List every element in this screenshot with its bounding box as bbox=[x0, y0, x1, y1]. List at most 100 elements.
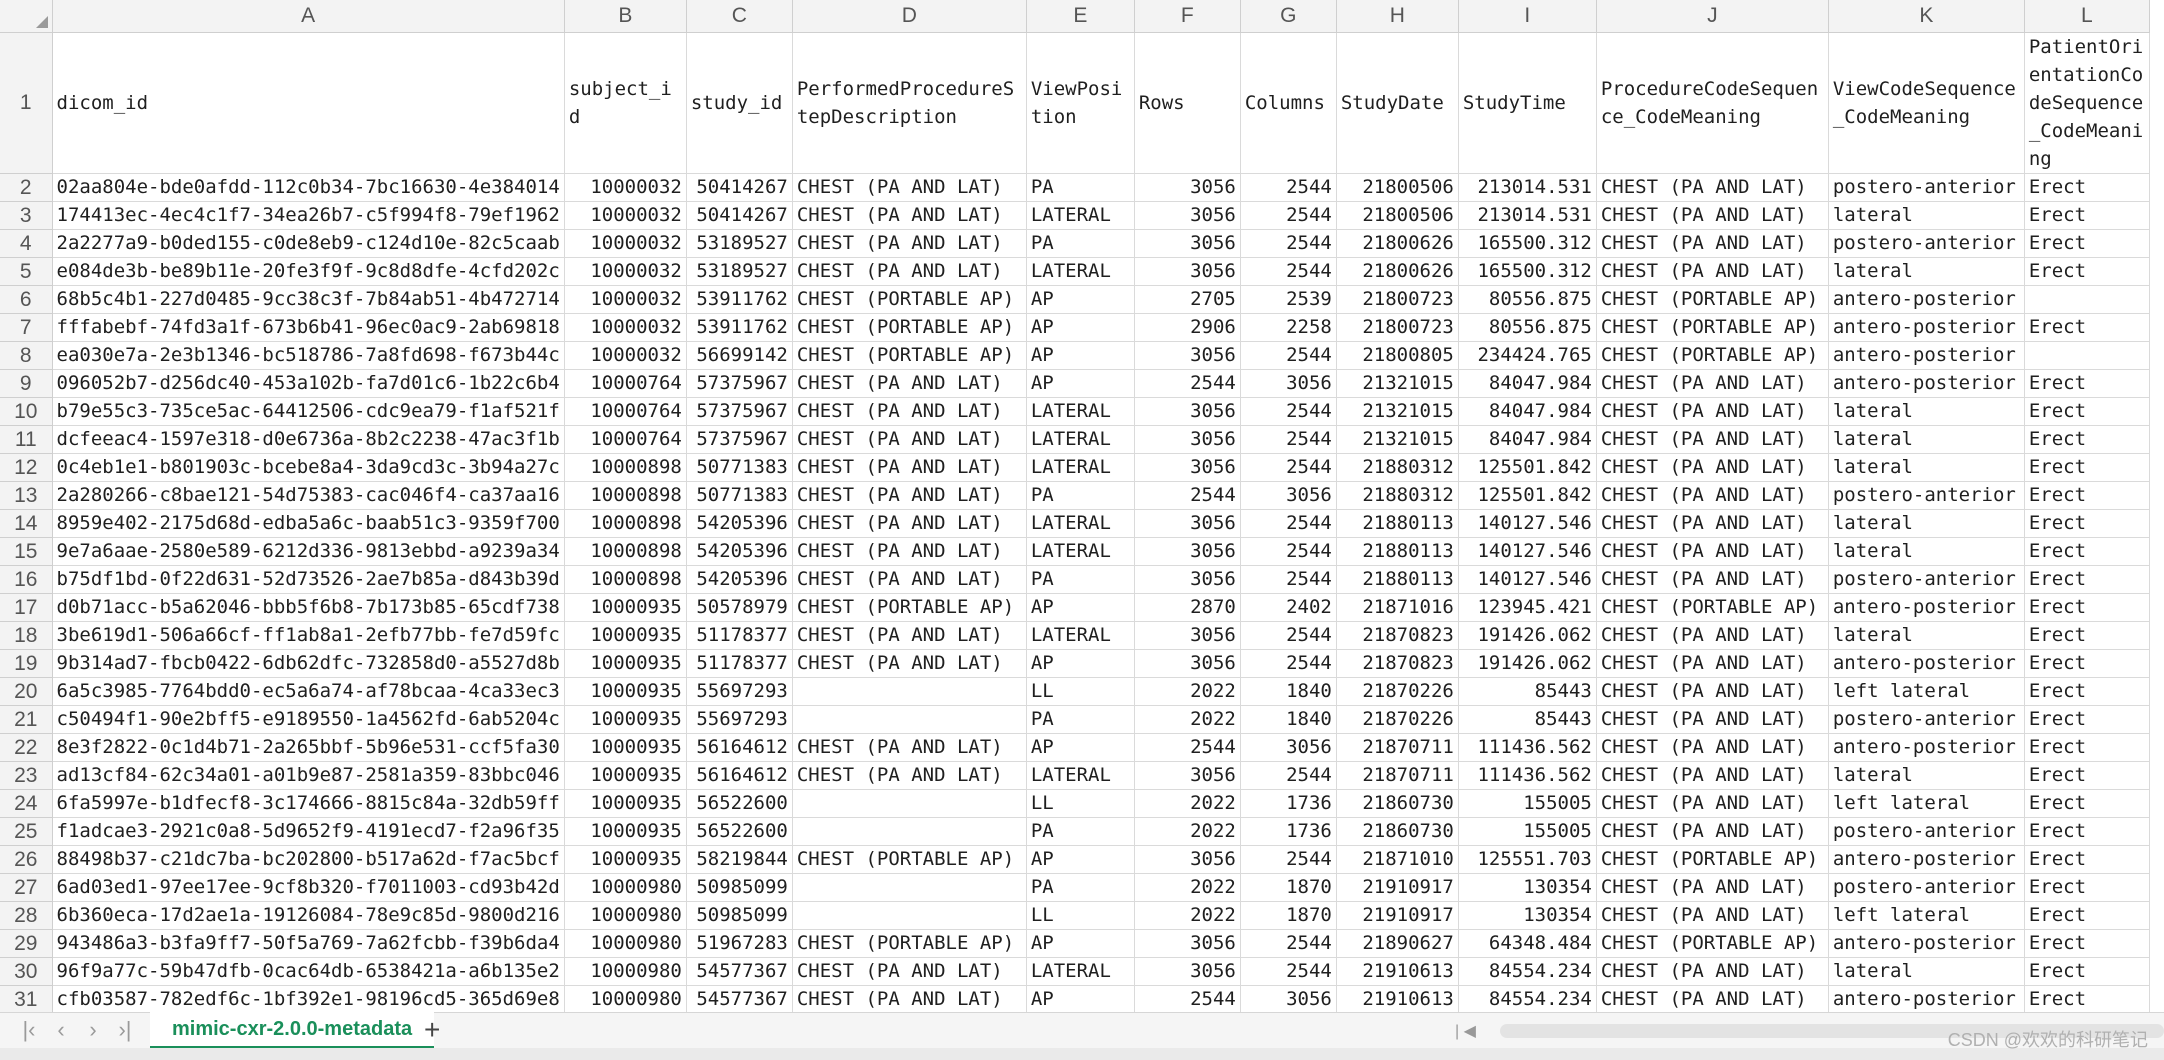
cell[interactable]: 2544 bbox=[1240, 845, 1337, 874]
cell[interactable]: 6fa5997e-b1dfecf8-3c174666-8815c84a-32db… bbox=[52, 789, 565, 818]
header-cell[interactable]: PerformedProcedureStepDescription bbox=[792, 32, 1027, 174]
cell[interactable]: 9b314ad7-fbcb0422-6db62dfc-732858d0-a552… bbox=[52, 649, 565, 678]
cell[interactable]: 21870823 bbox=[1336, 649, 1459, 678]
cell[interactable]: 10000935 bbox=[564, 761, 687, 790]
cell[interactable]: 0c4eb1e1-b801903c-bcebe8a4-3da9cd3c-3b94… bbox=[52, 453, 565, 482]
cell[interactable]: 56164612 bbox=[686, 733, 793, 762]
cell[interactable]: 10000032 bbox=[564, 229, 687, 258]
cell[interactable]: 130354 bbox=[1458, 873, 1597, 902]
cell[interactable]: Erect bbox=[2024, 957, 2150, 986]
cell[interactable]: 2544 bbox=[1240, 257, 1337, 286]
row-header[interactable]: 20 bbox=[0, 677, 53, 706]
cell[interactable]: 2544 bbox=[1134, 481, 1241, 510]
cell[interactable]: 1736 bbox=[1240, 789, 1337, 818]
cell[interactable]: 191426.062 bbox=[1458, 621, 1597, 650]
cell[interactable]: 56522600 bbox=[686, 817, 793, 846]
cell[interactable]: 21910613 bbox=[1336, 957, 1459, 986]
cell[interactable]: 3056 bbox=[1240, 481, 1337, 510]
cell[interactable]: left lateral bbox=[1828, 677, 2025, 706]
cell[interactable]: ad13cf84-62c34a01-a01b9e87-2581a359-83bb… bbox=[52, 761, 565, 790]
cell[interactable]: Erect bbox=[2024, 313, 2150, 342]
cell[interactable]: CHEST (PORTABLE AP) bbox=[792, 845, 1027, 874]
next-sheet-icon[interactable]: › bbox=[78, 1013, 108, 1049]
header-cell[interactable]: ProcedureCodeSequence_CodeMeaning bbox=[1596, 32, 1829, 174]
row-header[interactable]: 29 bbox=[0, 929, 53, 958]
cell[interactable]: 21321015 bbox=[1336, 369, 1459, 398]
cell[interactable] bbox=[792, 705, 1027, 734]
cell[interactable]: 125501.842 bbox=[1458, 481, 1597, 510]
cell[interactable]: 2022 bbox=[1134, 789, 1241, 818]
cell[interactable]: 165500.312 bbox=[1458, 257, 1597, 286]
cell[interactable]: 10000898 bbox=[564, 565, 687, 594]
row-header[interactable]: 5 bbox=[0, 257, 53, 286]
cell[interactable]: 191426.062 bbox=[1458, 649, 1597, 678]
cell[interactable]: AP bbox=[1026, 929, 1135, 958]
cell[interactable]: 2544 bbox=[1240, 397, 1337, 426]
cell[interactable]: 56699142 bbox=[686, 341, 793, 370]
cell[interactable]: antero-posterior bbox=[1828, 649, 2025, 678]
cell[interactable]: lateral bbox=[1828, 957, 2025, 986]
column-header-e[interactable]: E bbox=[1026, 0, 1135, 33]
cell[interactable]: 10000935 bbox=[564, 649, 687, 678]
cell[interactable]: 54205396 bbox=[686, 537, 793, 566]
cell[interactable]: 10000935 bbox=[564, 733, 687, 762]
cell[interactable]: 155005 bbox=[1458, 789, 1597, 818]
header-cell[interactable]: ViewPosition bbox=[1026, 32, 1135, 174]
cell[interactable]: 111436.562 bbox=[1458, 761, 1597, 790]
row-header[interactable]: 10 bbox=[0, 397, 53, 426]
cell[interactable]: 21880312 bbox=[1336, 481, 1459, 510]
cell[interactable]: LL bbox=[1026, 789, 1135, 818]
row-header[interactable]: 22 bbox=[0, 733, 53, 762]
cell[interactable]: Erect bbox=[2024, 985, 2150, 1014]
cell[interactable]: 21890627 bbox=[1336, 929, 1459, 958]
cell[interactable]: postero-anterior bbox=[1828, 873, 2025, 902]
cell[interactable]: 096052b7-d256dc40-453a102b-fa7d01c6-1b22… bbox=[52, 369, 565, 398]
cell[interactable]: CHEST (PA AND LAT) bbox=[1596, 677, 1829, 706]
cell[interactable]: 3056 bbox=[1134, 257, 1241, 286]
cell[interactable]: CHEST (PA AND LAT) bbox=[792, 453, 1027, 482]
cell[interactable]: antero-posterior bbox=[1828, 929, 2025, 958]
cell[interactable]: CHEST (PA AND LAT) bbox=[792, 761, 1027, 790]
cell[interactable]: 3056 bbox=[1134, 929, 1241, 958]
column-header-i[interactable]: I bbox=[1458, 0, 1597, 33]
column-header-b[interactable]: B bbox=[564, 0, 687, 33]
cell[interactable]: 6b360eca-17d2ae1a-19126084-78e9c85d-9800… bbox=[52, 901, 565, 930]
header-cell[interactable]: subject_id bbox=[564, 32, 687, 174]
cell[interactable]: 21910917 bbox=[1336, 901, 1459, 930]
cell[interactable]: CHEST (PORTABLE AP) bbox=[1596, 341, 1829, 370]
cell[interactable]: CHEST (PA AND LAT) bbox=[1596, 453, 1829, 482]
cell[interactable]: 125501.842 bbox=[1458, 453, 1597, 482]
cell[interactable]: 3056 bbox=[1134, 957, 1241, 986]
last-sheet-icon[interactable]: ›| bbox=[110, 1013, 140, 1049]
column-header-c[interactable]: C bbox=[686, 0, 793, 33]
cell[interactable]: 10000764 bbox=[564, 425, 687, 454]
cell[interactable]: 3056 bbox=[1134, 565, 1241, 594]
cell[interactable]: 2544 bbox=[1134, 369, 1241, 398]
row-header[interactable]: 2 bbox=[0, 173, 53, 202]
cell[interactable]: 3056 bbox=[1134, 845, 1241, 874]
header-cell[interactable]: dicom_id bbox=[52, 32, 565, 174]
cell[interactable]: CHEST (PA AND LAT) bbox=[792, 985, 1027, 1014]
cell[interactable]: CHEST (PA AND LAT) bbox=[1596, 705, 1829, 734]
cell[interactable]: CHEST (PA AND LAT) bbox=[1596, 649, 1829, 678]
cell[interactable]: 2022 bbox=[1134, 873, 1241, 902]
cell[interactable]: 943486a3-b3fa9ff7-50f5a769-7a62fcbb-f39b… bbox=[52, 929, 565, 958]
column-header-g[interactable]: G bbox=[1240, 0, 1337, 33]
cell[interactable]: 57375967 bbox=[686, 425, 793, 454]
cell[interactable]: Erect bbox=[2024, 733, 2150, 762]
cell[interactable] bbox=[2024, 285, 2150, 314]
column-header-a[interactable]: A bbox=[52, 0, 565, 33]
cell[interactable]: LATERAL bbox=[1026, 201, 1135, 230]
cell[interactable]: Erect bbox=[2024, 453, 2150, 482]
cell[interactable]: 2022 bbox=[1134, 705, 1241, 734]
header-cell[interactable]: PatientOrientationCodeSequence_CodeMeani… bbox=[2024, 32, 2150, 174]
cell[interactable]: 8959e402-2175d68d-edba5a6c-baab51c3-9359… bbox=[52, 509, 565, 538]
cell[interactable]: 1840 bbox=[1240, 677, 1337, 706]
cell[interactable]: 55697293 bbox=[686, 705, 793, 734]
header-cell[interactable]: StudyDate bbox=[1336, 32, 1459, 174]
cell[interactable]: 80556.875 bbox=[1458, 285, 1597, 314]
cell[interactable]: 54577367 bbox=[686, 957, 793, 986]
cell[interactable]: 2544 bbox=[1240, 957, 1337, 986]
cell[interactable]: 02aa804e-bde0afdd-112c0b34-7bc16630-4e38… bbox=[52, 173, 565, 202]
cell[interactable]: 10000032 bbox=[564, 201, 687, 230]
